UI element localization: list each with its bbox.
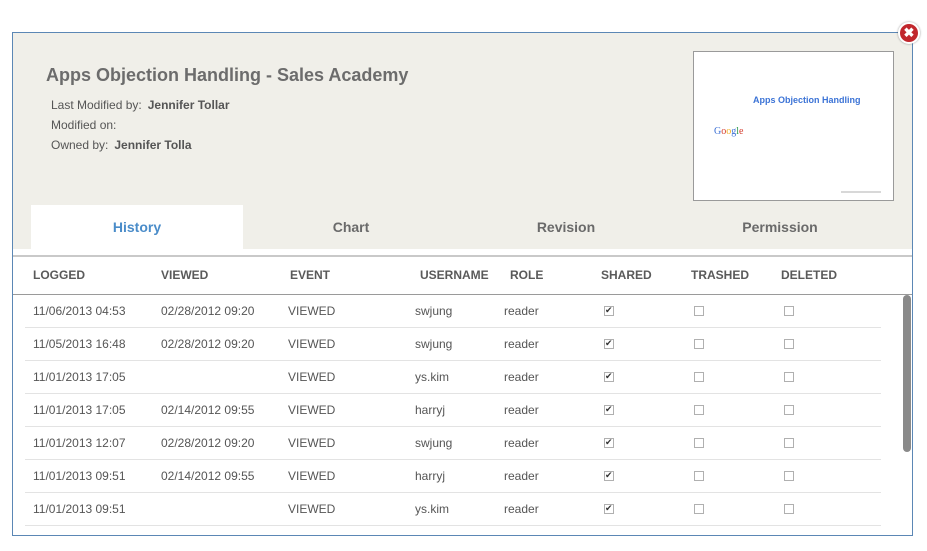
cell-logged: 11/01/2013 12:07 <box>33 436 126 450</box>
cell-event: VIEWED <box>288 304 336 318</box>
cell-viewed: 02/28/2012 09:20 <box>161 304 255 318</box>
history-table-body: 11/06/2013 04:53 02/28/2012 09:20 VIEWED sw… <box>13 295 901 535</box>
google-logo: Google <box>714 126 743 137</box>
cell-event: VIEWED <box>288 502 336 516</box>
cell-event: VIEWED <box>288 436 336 450</box>
trashed-checkbox[interactable] <box>694 471 704 481</box>
shared-checkbox[interactable] <box>604 438 614 448</box>
modified-on: Modified on: <box>51 118 122 132</box>
column-header-deleted: DELETED <box>781 268 838 282</box>
table-row[interactable]: 11/01/2013 17:05 02/14/2012 09:55 VIEWED ha… <box>25 394 881 427</box>
trashed-checkbox[interactable] <box>694 306 704 316</box>
logo-letter: e <box>739 126 744 137</box>
trashed-checkbox[interactable] <box>694 372 704 382</box>
trashed-checkbox[interactable] <box>694 504 704 514</box>
deleted-checkbox[interactable] <box>784 405 794 415</box>
shared-checkbox[interactable] <box>604 372 614 382</box>
cell-event: VIEWED <box>288 403 336 417</box>
close-button[interactable]: ✖ <box>898 22 920 44</box>
cell-username: ys.kim <box>415 502 449 516</box>
owned-by-value: Jennifer Tolla <box>114 138 192 152</box>
tab-permission[interactable]: Permission <box>673 205 887 249</box>
owned-by: Owned by: Jennifer Tolla <box>51 138 192 152</box>
cell-logged: 11/01/2013 09:51 <box>33 502 126 516</box>
document-thumbnail[interactable]: Apps Objection Handling Google <box>693 51 894 201</box>
tab-chart[interactable]: Chart <box>243 205 459 249</box>
cell-event: VIEWED <box>288 337 336 351</box>
cell-username: swjung <box>415 304 453 318</box>
deleted-checkbox[interactable] <box>784 471 794 481</box>
cell-username: harryj <box>415 469 446 483</box>
column-header-shared: SHARED <box>601 268 652 282</box>
cell-viewed: 02/14/2012 09:55 <box>161 469 255 483</box>
cell-role: reader <box>504 304 539 318</box>
tab-revision[interactable]: Revision <box>459 205 673 249</box>
column-header-logged: LOGGED <box>33 268 86 282</box>
table-row[interactable]: 11/01/2013 09:51 02/14/2012 09:55 VIEWED ha… <box>25 460 881 493</box>
column-header-trashed: TRASHED <box>691 268 750 282</box>
cell-event: VIEWED <box>288 370 336 384</box>
cell-logged: 11/01/2013 17:05 <box>33 370 126 384</box>
close-icon: ✖ <box>903 25 915 40</box>
deleted-checkbox[interactable] <box>784 438 794 448</box>
last-modified-value: Jennifer Tollar <box>147 98 230 112</box>
cell-role: reader <box>504 502 539 516</box>
cell-role: reader <box>504 403 539 417</box>
scrollbar-thumb[interactable] <box>903 295 911 452</box>
cell-role: reader <box>504 436 539 450</box>
deleted-checkbox[interactable] <box>784 372 794 382</box>
thumbnail-footer-mark <box>841 191 881 193</box>
cell-logged: 11/05/2013 16:48 <box>33 337 126 351</box>
deleted-checkbox[interactable] <box>784 504 794 514</box>
column-header-username: USERNAME <box>420 268 489 282</box>
shared-checkbox[interactable] <box>604 405 614 415</box>
trashed-checkbox[interactable] <box>694 438 704 448</box>
deleted-checkbox[interactable] <box>784 306 794 316</box>
trashed-checkbox[interactable] <box>694 339 704 349</box>
cell-role: reader <box>504 337 539 351</box>
cell-event: VIEWED <box>288 469 336 483</box>
document-details-dialog: Apps Objection Handling - Sales Academy … <box>12 32 913 536</box>
cell-viewed: 02/28/2012 09:20 <box>161 436 255 450</box>
cell-username: swjung <box>415 436 453 450</box>
shared-checkbox[interactable] <box>604 504 614 514</box>
cell-viewed: 02/14/2012 09:55 <box>161 403 255 417</box>
shared-checkbox[interactable] <box>604 471 614 481</box>
column-header-role: ROLE <box>510 268 544 282</box>
tab-history[interactable]: History <box>31 205 243 249</box>
column-header-event: EVENT <box>290 268 331 282</box>
cell-logged: 11/06/2013 04:53 <box>33 304 126 318</box>
table-row[interactable]: 11/06/2013 04:53 02/28/2012 09:20 VIEWED sw… <box>25 295 881 328</box>
shared-checkbox[interactable] <box>604 339 614 349</box>
last-modified-label: Last Modified by: <box>51 98 142 112</box>
cell-role: reader <box>504 370 539 384</box>
cell-username: swjung <box>415 337 453 351</box>
owned-by-label: Owned by: <box>51 138 109 152</box>
cell-viewed: 02/28/2012 09:20 <box>161 337 255 351</box>
last-modified-by: Last Modified by: Jennifer Tollar <box>51 98 230 112</box>
column-header-viewed: VIEWED <box>161 268 209 282</box>
cell-logged: 11/01/2013 17:05 <box>33 403 126 417</box>
document-header: Apps Objection Handling - Sales Academy … <box>13 33 912 249</box>
cell-username: ys.kim <box>415 370 449 384</box>
deleted-checkbox[interactable] <box>784 339 794 349</box>
cell-logged: 11/01/2013 09:51 <box>33 469 126 483</box>
cell-username: harryj <box>415 403 446 417</box>
table-row[interactable]: 11/05/2013 16:48 02/28/2012 09:20 VIEWED sw… <box>25 328 881 361</box>
trashed-checkbox[interactable] <box>694 405 704 415</box>
tab-divider <box>13 255 912 257</box>
cell-role: reader <box>504 469 539 483</box>
modified-on-label: Modified on: <box>51 118 117 132</box>
table-row[interactable]: 11/01/2013 09:51 VIEWED ys.kim reader <box>25 493 881 526</box>
table-scrollbar[interactable] <box>902 295 912 535</box>
tab-bar: History Chart Revision Permission <box>31 205 897 249</box>
document-title: Apps Objection Handling - Sales Academy <box>46 65 409 85</box>
table-row[interactable]: 11/01/2013 12:07 02/28/2012 09:20 VIEWED sw… <box>25 427 881 460</box>
shared-checkbox[interactable] <box>604 306 614 316</box>
table-row[interactable]: 11/01/2013 17:05 VIEWED ys.kim reader <box>25 361 881 394</box>
thumbnail-title: Apps Objection Handling <box>753 95 861 105</box>
